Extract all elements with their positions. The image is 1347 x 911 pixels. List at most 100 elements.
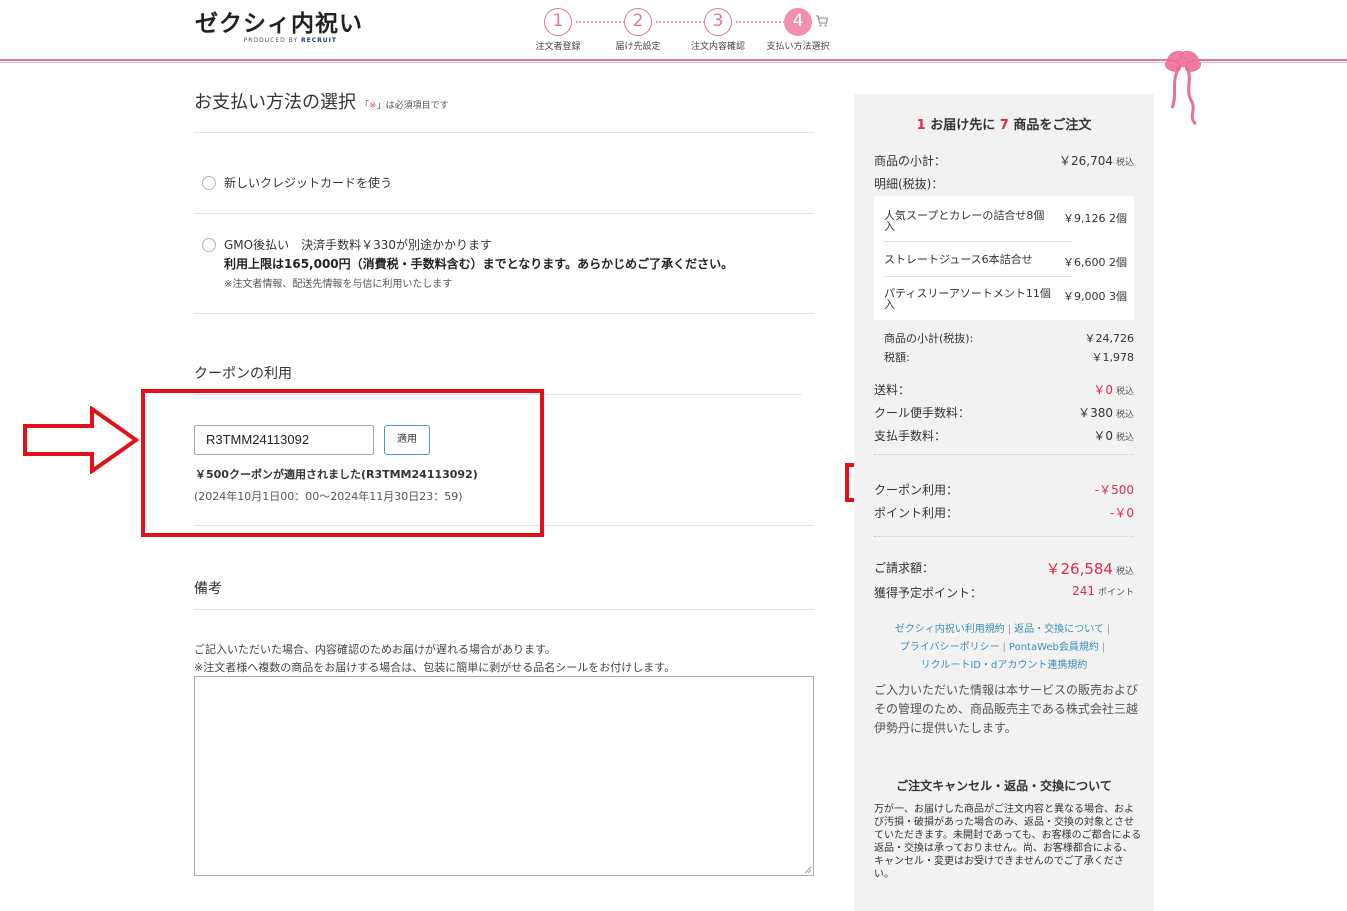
item-qty: 2個	[1109, 256, 1127, 269]
payment-section: お支払い方法の選択 「※」は必須項目です	[194, 88, 814, 114]
gmo-limit-text: 利用上限は165,000円（消費税・手数料含む）までとなります。あらかじめご了承…	[224, 257, 734, 271]
item-price: ￥9,126	[1063, 212, 1106, 225]
item-price: ￥9,000	[1063, 290, 1106, 303]
logo-text: ゼクシィ内祝い	[195, 10, 363, 37]
terms-links-row-3: リクルートID・dアカウント連携規約	[854, 656, 1154, 671]
logo-sub-prefix: PRODUCED BY	[243, 37, 299, 44]
point-usage-value: -￥0	[1110, 506, 1134, 520]
terms-links-row-2: プライバシーポリシー | PontaWeb会員規約 |	[899, 642, 1106, 653]
logo-sub-brand: RECRUIT	[301, 37, 337, 44]
detail-label: 明細(税抜)：	[874, 177, 944, 191]
remarks-note: ご記入いただいた場合、内容確認のためお届けが遅れる場合があります。	[194, 643, 556, 656]
divider	[194, 609, 814, 610]
cancel-policy-text: 万が一、お届けした商品がご注文内容と異なる場合、および汚損・破損があった場合のみ…	[874, 804, 1142, 880]
earn-points-value: 241	[1072, 584, 1095, 598]
link-returns[interactable]: 返品・交換について	[1014, 624, 1104, 635]
cancel-policy-title: ご注文キャンセル・返品・交換について	[896, 779, 1112, 793]
tax-label: 税額:	[884, 351, 910, 364]
step-number: 3	[704, 8, 732, 36]
earn-points-value-group: 241 ポイント	[1072, 584, 1134, 598]
logo-producer: PRODUCED BY RECRUIT	[195, 37, 363, 44]
item-count: 7	[999, 118, 1009, 133]
payment-fee-value: ￥0	[1093, 429, 1113, 443]
step-2: 2 届け先設定	[598, 8, 678, 52]
subtotal-ex-value: ￥24,726	[1084, 332, 1135, 345]
resize-grip-icon[interactable]	[804, 866, 812, 874]
earn-points-unit: ポイント	[1097, 588, 1134, 598]
logo[interactable]: ゼクシィ内祝い PRODUCED BY RECRUIT	[195, 10, 363, 44]
annotation-arrow-icon	[23, 406, 140, 474]
tax-incl-label: 税込	[1115, 158, 1134, 168]
gmo-note-text: ※注文者情報、配送先情報を与信に利用いたします	[224, 279, 453, 290]
remarks-note: ※注文者様へ複数の商品をお届けする場合は、包装に簡単に剥がせる品名シールをお付け…	[194, 661, 676, 674]
summary-title-end: 商品をご注文	[1013, 118, 1092, 133]
radio-credit-card[interactable]	[202, 176, 216, 190]
step-number: 2	[624, 8, 652, 36]
shipping-value: ￥0	[1093, 383, 1113, 397]
divider	[194, 132, 814, 133]
billing-label: ご請求額：	[874, 561, 935, 575]
payment-fee-value-group: ￥0 税込	[1093, 427, 1134, 444]
ribbon-bow-icon	[1164, 50, 1202, 126]
required-note-open: 「	[360, 101, 370, 111]
tax-value: ￥1,978	[1091, 351, 1135, 364]
item-name: ストレートジュース6本詰合せ	[884, 253, 1033, 266]
link-terms-of-use[interactable]: ゼクシィ内祝い利用規約	[895, 624, 1005, 635]
step-3: 3 注文内容確認	[678, 8, 758, 52]
required-mark: ※	[369, 101, 377, 111]
destination-count: 1	[916, 118, 926, 133]
required-note-text: 」は必須項目です	[376, 101, 449, 111]
coupon-usage-value: -￥500	[1094, 483, 1134, 497]
billing-value: ￥26,584	[1045, 560, 1113, 578]
shipping-value-group: ￥0 税込	[1093, 381, 1134, 398]
link-recruit-id-terms[interactable]: リクルートID・dアカウント連携規約	[921, 660, 1088, 671]
page-title: お支払い方法の選択 「※」は必須項目です	[194, 88, 814, 114]
coupon-highlight-box	[141, 389, 544, 537]
coupon-usage-label: クーポン利用：	[874, 483, 959, 497]
payment-title: お支払い方法の選択	[194, 92, 356, 113]
payment-fee-label: 支払手数料：	[874, 429, 947, 443]
option-credit-card-label[interactable]: 新しいクレジットカードを使う	[224, 174, 392, 191]
step-label: 届け先設定	[615, 42, 661, 52]
subtotal-ex-label: 商品の小計(税抜):	[884, 332, 974, 345]
option-gmo-label[interactable]: GMO後払い 決済手数料￥330が別途かかります	[224, 236, 492, 253]
remarks-textarea[interactable]	[194, 676, 814, 876]
link-ponta-terms[interactable]: PontaWeb会員規約	[1009, 642, 1099, 653]
subtotal-value: ￥26,704	[1058, 154, 1113, 168]
summary-title-mid: お届け先に	[930, 118, 996, 133]
tax-incl-label: 税込	[1115, 567, 1134, 577]
link-privacy-policy[interactable]: プライバシーポリシー	[900, 642, 1000, 653]
coupon-section-title: クーポンの利用	[194, 366, 292, 382]
subtotal-value-group: ￥26,704 税込	[1059, 152, 1134, 169]
order-summary-title: 1 お届け先に 7 商品をご注文	[854, 114, 1154, 133]
remarks-section-title: 備考	[194, 581, 222, 597]
cart-icon	[816, 15, 829, 27]
step-label: 注文者登録	[535, 42, 581, 52]
order-summary-panel: 1 お届け先に 7 商品をご注文 商品の小計： ￥26,704 税込 明細(税抜)…	[854, 94, 1154, 911]
step-label: 支払い方法選択	[766, 42, 830, 52]
item-detail-box: 人気スープとカレーの詰合せ8個入 ￥9,126 2個 ストレートジュース6本詰合…	[874, 196, 1134, 320]
step-number: 1	[544, 8, 572, 36]
cool-fee-value-group: ￥380 税込	[1078, 404, 1134, 421]
step-1: 1 注文者登録	[518, 8, 598, 52]
cool-fee-value: ￥380	[1078, 406, 1113, 420]
item-qty: 3個	[1109, 290, 1127, 303]
summary-divider	[874, 454, 1134, 455]
subtotal-label: 商品の小計：	[874, 154, 947, 168]
billing-value-group: ￥26,584 税込	[1045, 558, 1134, 579]
step-label: 注文内容確認	[690, 42, 745, 52]
ribbon-line	[0, 59, 1347, 61]
item-separator	[884, 276, 1072, 277]
privacy-notice: ご入力いただいた情報は本サービスの販売およびその管理のため、商品販売主である株式…	[874, 683, 1139, 735]
tax-incl-label: 税込	[1115, 387, 1134, 397]
item-price: ￥6,600	[1063, 256, 1106, 269]
tax-incl-label: 税込	[1115, 410, 1134, 420]
item-qty: 2個	[1109, 212, 1127, 225]
ribbon-line-shadow	[0, 62, 1347, 63]
divider	[194, 213, 814, 214]
step-number: 4	[784, 8, 812, 36]
earn-points-label: 獲得予定ポイント：	[874, 586, 983, 600]
item-name: 人気スープとカレーの詰合せ8個入	[884, 209, 1045, 233]
radio-gmo-deferred[interactable]	[202, 238, 216, 252]
item-name: パティスリーアソートメント11個入	[884, 287, 1051, 311]
